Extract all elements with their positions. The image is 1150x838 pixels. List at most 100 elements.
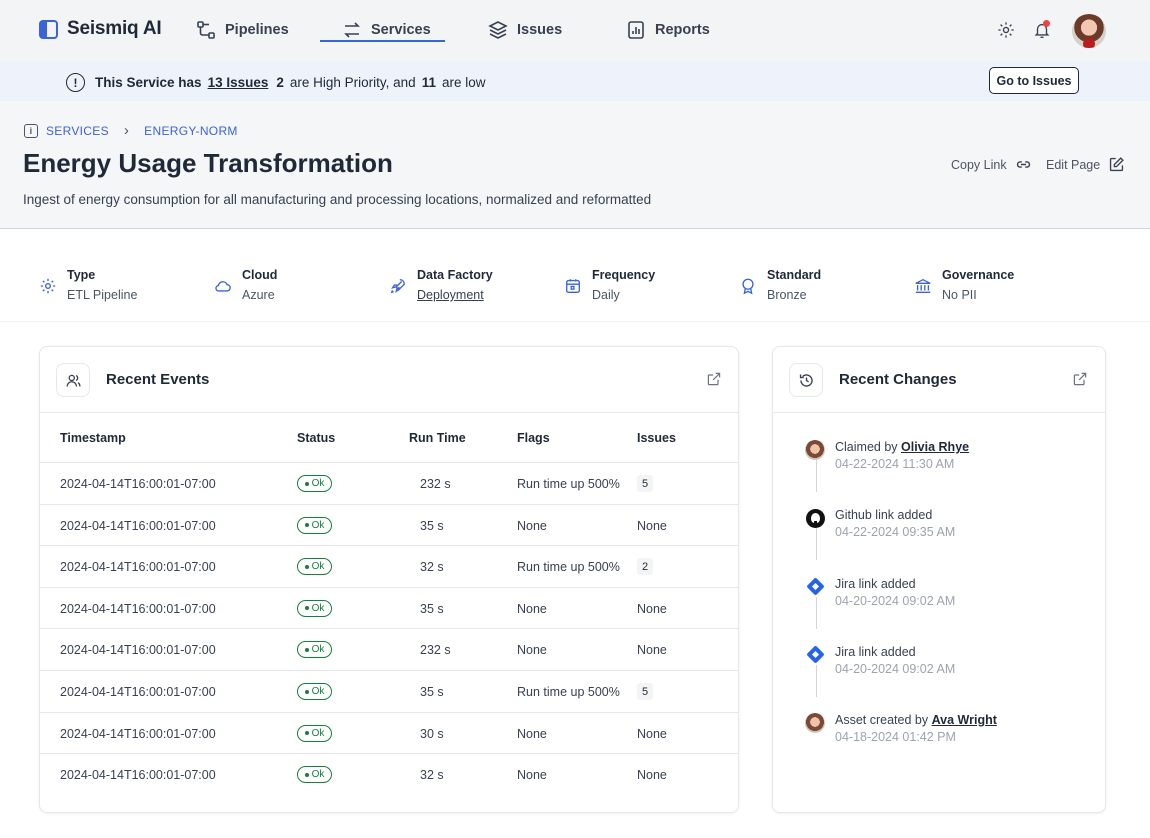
- timeline-icon: [805, 440, 825, 460]
- cell-issues: None: [637, 726, 667, 741]
- cloud-icon: [215, 281, 231, 292]
- deployment-link[interactable]: Deployment: [417, 288, 493, 302]
- change-text: Jira link added: [835, 577, 955, 591]
- cell-timestamp: 2024-04-14T16:00:01-07:00: [60, 518, 216, 533]
- jira-icon: [805, 577, 825, 596]
- table-row[interactable]: 2024-04-14T16:00:01-07:00 Ok 30 s None None: [40, 711, 738, 754]
- change-text: Asset created by Ava Wright: [835, 713, 997, 727]
- gear-icon: [40, 278, 56, 294]
- cell-flags: Run time up 500%: [517, 685, 620, 699]
- column-header-issues[interactable]: Issues: [637, 431, 676, 445]
- table-row[interactable]: 2024-04-14T16:00:01-07:00 Ok 35 s None None: [40, 503, 738, 546]
- timeline-icon: [805, 576, 825, 597]
- column-header-status[interactable]: Status: [297, 431, 335, 445]
- user-avatar[interactable]: [1072, 14, 1106, 48]
- status-text: Ok: [311, 644, 325, 656]
- page-description: Ingest of energy consumption for all man…: [23, 192, 652, 207]
- nav-services[interactable]: Services: [342, 20, 431, 40]
- change-date: 04-20-2024 09:02 AM: [835, 593, 956, 608]
- app-logo[interactable]: Seismiq AI: [39, 18, 162, 40]
- table-row[interactable]: 2024-04-14T16:00:01-07:00 Ok 35 s Run time …: [40, 670, 738, 712]
- property-type: Type ETL Pipeline: [39, 268, 137, 302]
- column-header-timestamp[interactable]: Timestamp: [60, 431, 126, 445]
- banner-mid: are High Priority, and: [289, 75, 416, 90]
- user-avatar: [805, 440, 825, 460]
- cell-run-time: 32 s: [420, 768, 444, 783]
- banner-message: ! This Service has 13 Issues 2 are High …: [66, 73, 486, 92]
- cell-flags: None: [517, 643, 547, 658]
- status-badge: Ok: [297, 641, 332, 659]
- cell-run-time: 232 s: [420, 477, 451, 491]
- nav-reports[interactable]: Reports: [626, 20, 710, 40]
- timeline-item: Jira link added 04-20-2024 09:02 AM: [805, 576, 956, 608]
- timeline-item: Github link added 04-22-2024 09:35 AM: [805, 508, 955, 539]
- nav-pipelines-label: Pipelines: [225, 22, 289, 38]
- settings-gear-icon[interactable]: [997, 21, 1015, 39]
- edit-page-label: Edit Page: [1046, 157, 1101, 172]
- property-label: Type: [67, 268, 96, 282]
- cell-run-time: 35 s: [420, 601, 444, 616]
- cell-flags: None: [517, 601, 547, 616]
- cell-timestamp: 2024-04-14T16:00:01-07:00: [60, 685, 216, 699]
- user-link[interactable]: Olivia Rhye: [901, 440, 969, 454]
- issue-count-badge[interactable]: 5: [637, 683, 654, 700]
- status-text: Ok: [311, 561, 325, 573]
- table-row[interactable]: 2024-04-14T16:00:01-07:00 Ok 32 s None None: [40, 753, 738, 795]
- change-date: 04-22-2024 11:30 AM: [835, 457, 955, 471]
- issue-count-badge[interactable]: 2: [637, 558, 654, 576]
- status-badge: Ok: [297, 724, 332, 742]
- status-badge: Ok: [297, 766, 332, 784]
- column-header-flags[interactable]: Flags: [517, 431, 550, 445]
- breadcrumb-services[interactable]: SERVICES: [46, 124, 109, 138]
- property-standard: Standard Bronze: [739, 268, 821, 302]
- status-badge: Ok: [297, 475, 332, 492]
- award-icon: [742, 278, 754, 295]
- app-name: Seismiq AI: [67, 18, 162, 39]
- breadcrumb: i SERVICES › ENERGY-NORM: [24, 122, 238, 139]
- table-row[interactable]: 2024-04-14T16:00:01-07:00 Ok 35 s None None: [40, 586, 738, 629]
- banner-prefix: This Service has: [95, 75, 202, 90]
- github-icon: [805, 508, 825, 528]
- go-to-issues-button[interactable]: Go to Issues: [989, 67, 1079, 94]
- reports-icon: [628, 21, 644, 39]
- property-value: ETL Pipeline: [67, 288, 138, 302]
- banner-high-count: 2: [276, 75, 284, 90]
- breadcrumb-current[interactable]: ENERGY-NORM: [144, 124, 238, 138]
- table-row[interactable]: 2024-04-14T16:00:01-07:00 Ok 232 s Run time…: [40, 462, 738, 504]
- table-row[interactable]: 2024-04-14T16:00:01-07:00 Ok 232 s None None: [40, 628, 738, 670]
- timeline-icon: [805, 713, 825, 734]
- service-info-icon: i: [24, 123, 38, 138]
- cell-run-time: 32 s: [420, 560, 444, 575]
- logo-icon: [39, 19, 58, 39]
- services-icon: [344, 22, 360, 38]
- property-label: Standard: [767, 268, 822, 282]
- nav-pipelines[interactable]: Pipelines: [196, 20, 289, 40]
- banner-issues-link[interactable]: 13 Issues: [208, 75, 269, 90]
- property-label: Governance: [942, 268, 1015, 282]
- issues-icon: [488, 21, 508, 39]
- copy-link-button[interactable]: Copy Link: [951, 156, 1032, 173]
- property-label: Cloud: [242, 268, 278, 282]
- status-badge: Ok: [297, 683, 332, 700]
- timeline-icon: [805, 644, 825, 665]
- bank-icon: [915, 278, 931, 293]
- banner-suffix: are low: [441, 75, 486, 90]
- change-text: Claimed by Olivia Rhye: [835, 440, 969, 454]
- status-text: Ok: [311, 478, 325, 489]
- recent-changes-card: Recent Changes Claimed by Olivia Rhye 04-…: [772, 346, 1106, 813]
- user-link[interactable]: Ava Wright: [932, 713, 997, 727]
- property-frequency: Frequency Daily: [564, 268, 655, 302]
- recent-events-card: Recent Events Timestamp Status Run Time …: [39, 346, 739, 813]
- edit-page-button[interactable]: Edit Page: [1046, 156, 1125, 173]
- nav-issues[interactable]: Issues: [488, 20, 562, 40]
- external-link-icon[interactable]: [1072, 371, 1088, 387]
- table-row[interactable]: 2024-04-14T16:00:01-07:00 Ok 32 s Run time …: [40, 545, 738, 587]
- cell-timestamp: 2024-04-14T16:00:01-07:00: [60, 768, 216, 783]
- column-header-run-time[interactable]: Run Time: [409, 431, 466, 445]
- cell-flags: None: [517, 768, 547, 783]
- status-badge: Ok: [297, 516, 332, 534]
- issue-count-badge[interactable]: 5: [637, 475, 654, 492]
- property-value: Daily: [592, 288, 620, 302]
- external-link-icon[interactable]: [706, 371, 722, 387]
- status-text: Ok: [311, 519, 325, 531]
